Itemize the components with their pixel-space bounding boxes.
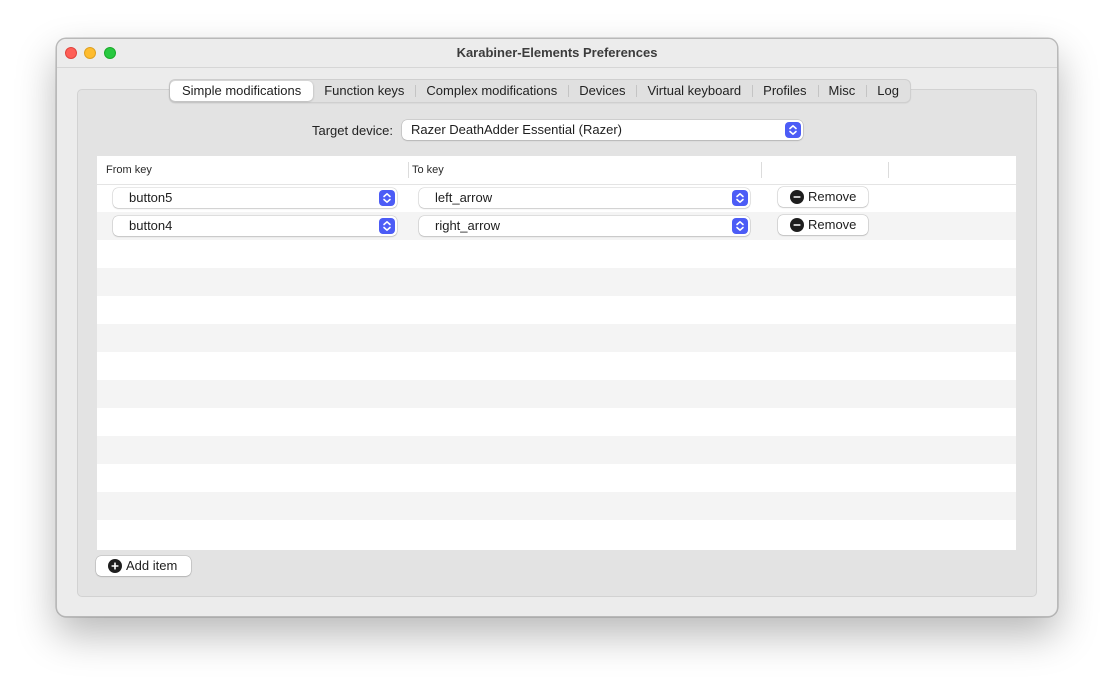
to-key-value: left_arrow (435, 190, 493, 205)
empty-table-row (97, 324, 1016, 352)
remove-button-label: Remove (808, 189, 857, 204)
chevron-up-down-icon (379, 218, 395, 234)
empty-table-row (97, 296, 1016, 324)
tab-function-keys[interactable]: Function keys (313, 81, 415, 101)
target-device-select[interactable]: Razer DeathAdder Essential (Razer) (402, 120, 803, 140)
chevron-up-down-icon (732, 218, 748, 234)
empty-table-row (97, 240, 1016, 268)
chevron-up-down-icon (785, 122, 801, 138)
table-row: button5 left_arrow Remove (97, 184, 1016, 212)
target-device-value: Razer DeathAdder Essential (Razer) (411, 122, 622, 137)
target-device-label: Target device: (312, 123, 393, 138)
add-item-button[interactable]: Add item (96, 556, 191, 576)
table-header: From key To key (97, 156, 1016, 185)
tab-virtual-keyboard[interactable]: Virtual keyboard (636, 81, 752, 101)
empty-table-row (97, 464, 1016, 492)
remove-button-label: Remove (808, 217, 857, 232)
table-row: button4 right_arrow Remove (97, 212, 1016, 240)
remove-button[interactable]: Remove (778, 187, 868, 207)
from-key-value: button4 (129, 218, 173, 233)
from-key-select[interactable]: button4 (113, 216, 397, 236)
tab-complex-modifications[interactable]: Complex modifications (415, 81, 568, 101)
empty-table-row (97, 268, 1016, 296)
add-item-label: Add item (126, 558, 178, 573)
column-divider (408, 162, 409, 178)
tab-misc[interactable]: Misc (817, 81, 867, 101)
empty-table-row (97, 352, 1016, 380)
to-key-select[interactable]: right_arrow (419, 216, 750, 236)
to-key-select[interactable]: left_arrow (419, 188, 750, 208)
empty-table-row (97, 436, 1016, 464)
tab-profiles[interactable]: Profiles (752, 81, 817, 101)
tab-simple-modifications[interactable]: Simple modifications (170, 81, 314, 101)
preferences-window: Karabiner-Elements Preferences Simple mo… (56, 38, 1058, 617)
empty-table-row (97, 520, 1016, 548)
tab-bar: Simple modifications Function keys Compl… (169, 79, 911, 103)
window-title: Karabiner-Elements Preferences (456, 45, 658, 60)
empty-table-row (97, 492, 1016, 520)
minus-circle-icon (790, 218, 804, 232)
chevron-up-down-icon (379, 190, 395, 206)
column-header-to-key: To key (412, 164, 444, 176)
tab-log[interactable]: Log (866, 81, 910, 101)
column-header-from-key: From key (106, 164, 152, 176)
empty-table-row (97, 408, 1016, 436)
remove-button[interactable]: Remove (778, 215, 868, 235)
modifications-table: From key To key button5 left_arrow Remov… (97, 156, 1016, 550)
title-bar: Karabiner-Elements Preferences (57, 39, 1057, 68)
column-divider (761, 162, 762, 178)
from-key-select[interactable]: button5 (113, 188, 397, 208)
chevron-up-down-icon (732, 190, 748, 206)
tab-devices[interactable]: Devices (568, 81, 636, 101)
plus-circle-icon (108, 559, 122, 573)
to-key-value: right_arrow (435, 218, 501, 233)
minus-circle-icon (790, 190, 804, 204)
from-key-value: button5 (129, 190, 173, 205)
empty-table-row (97, 380, 1016, 408)
column-divider (888, 162, 889, 178)
